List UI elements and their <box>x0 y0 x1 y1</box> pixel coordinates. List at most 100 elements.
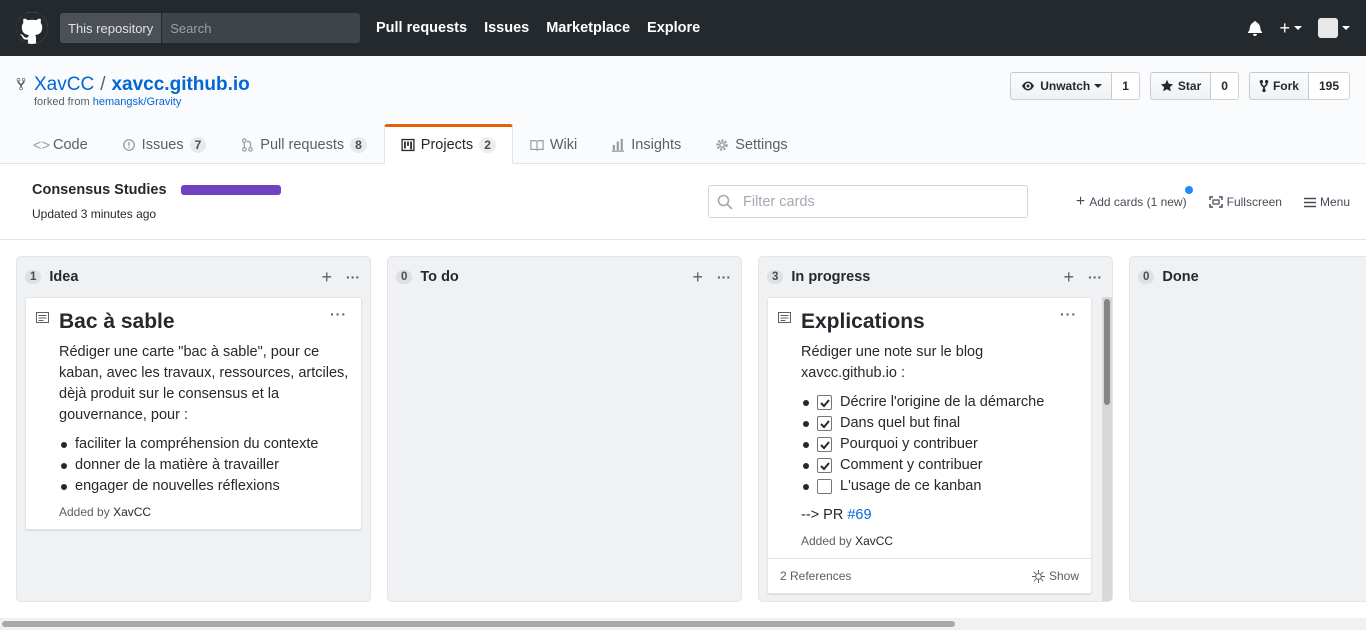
star-icon <box>1160 79 1174 92</box>
add-card-plus-icon[interactable]: + <box>321 267 332 288</box>
added-by-user[interactable]: XavCC <box>113 505 151 519</box>
star-button[interactable]: Star <box>1149 72 1212 100</box>
card-added-by: Added by XavCC <box>801 534 1079 548</box>
column-scrollbar[interactable] <box>1102 297 1112 601</box>
column-in-progress: 3 In progress + ··· ··· Explications Réd… <box>758 256 1113 602</box>
checkbox-checked[interactable] <box>817 458 832 473</box>
tab-issues[interactable]: Issues 7 <box>105 124 224 164</box>
column-name: Done <box>1162 269 1199 285</box>
project-icon <box>401 138 415 152</box>
unwatch-button[interactable]: Unwatch <box>1010 72 1113 100</box>
show-references-button[interactable]: Show <box>1031 569 1079 583</box>
unwatch-label: Unwatch <box>1040 79 1091 93</box>
github-logo-icon[interactable] <box>16 12 48 44</box>
checkbox-unchecked[interactable] <box>817 479 832 494</box>
scrollbar-thumb[interactable] <box>2 621 955 627</box>
book-icon <box>530 140 544 151</box>
tab-wiki[interactable]: Wiki <box>513 124 594 164</box>
column-tools: + ··· <box>321 267 360 288</box>
column-more-icon[interactable]: ··· <box>1088 269 1102 285</box>
search-icon <box>717 194 733 210</box>
card-body: Rédiger une carte "bac à sable", pour ce… <box>59 344 349 423</box>
column-card-count: 0 <box>1138 270 1155 284</box>
projects-count-badge: 2 <box>479 137 496 153</box>
search-scope[interactable]: This repository <box>60 13 163 43</box>
git-pull-request-icon <box>242 138 254 152</box>
add-cards-label: Add cards (1 new) <box>1089 195 1187 209</box>
card-title: Bac à sable <box>59 310 175 333</box>
column-more-icon[interactable]: ··· <box>346 269 360 285</box>
task-list: Décrire l'origine de la démarche Dans que… <box>801 392 1079 497</box>
column-more-icon[interactable]: ··· <box>717 269 731 285</box>
user-menu-dropdown[interactable] <box>1318 18 1350 38</box>
add-card-plus-icon[interactable]: + <box>1063 267 1074 288</box>
star-count[interactable]: 0 <box>1211 72 1239 100</box>
card-more-icon[interactable]: ··· <box>1060 306 1077 322</box>
added-by-label: Added by <box>59 505 110 519</box>
nav-pull-requests[interactable]: Pull requests <box>376 20 467 36</box>
top-header: This repository Pull requests Issues Mar… <box>0 0 1366 56</box>
checkbox-checked[interactable] <box>817 416 832 431</box>
column-name: Idea <box>49 269 79 285</box>
column-card-count: 0 <box>396 270 413 284</box>
task-label: L'usage de ce kanban <box>840 478 982 494</box>
fork-button[interactable]: Fork <box>1248 72 1309 100</box>
check-icon <box>819 440 830 449</box>
task-label: Pourquoi y contribuer <box>840 436 978 452</box>
project-progress-bar <box>180 185 281 195</box>
board-horizontal-scrollbar[interactable] <box>0 618 1366 630</box>
repo-title: XavCC / xavcc.github.io <box>16 74 250 96</box>
check-icon <box>819 461 830 470</box>
added-by-user[interactable]: XavCC <box>855 534 893 548</box>
menu-button[interactable]: Menu <box>1303 193 1350 211</box>
column-header: 3 In progress + ··· <box>767 257 1104 297</box>
watch-group: Unwatch 1 <box>1010 72 1140 100</box>
filter-cards-input[interactable] <box>743 193 1019 210</box>
nav-issues[interactable]: Issues <box>484 20 529 36</box>
scrollbar-thumb[interactable] <box>1104 299 1110 405</box>
repo-actions: Unwatch 1 Star 0 Fork 195 <box>1010 72 1350 100</box>
graph-icon <box>612 138 625 152</box>
new-indicator-dot <box>1184 186 1193 194</box>
checkbox-checked[interactable] <box>817 395 832 410</box>
repo-name-link[interactable]: xavcc.github.io <box>111 74 249 96</box>
card-pr-line: --> PR #69 <box>801 505 1079 526</box>
column-name: In progress <box>791 269 871 285</box>
repo-owner-link[interactable]: XavCC <box>34 74 94 96</box>
add-card-plus-icon[interactable]: + <box>692 267 703 288</box>
watch-count[interactable]: 1 <box>1112 72 1140 100</box>
fullscreen-button[interactable]: Fullscreen <box>1208 193 1282 211</box>
note-icon <box>36 312 49 323</box>
add-cards-button[interactable]: + Add cards (1 new) <box>1076 186 1193 211</box>
tab-pull-requests[interactable]: Pull requests 8 <box>223 124 384 164</box>
fork-count[interactable]: 195 <box>1308 72 1350 100</box>
tab-projects[interactable]: Projects 2 <box>383 124 513 164</box>
nav-explore[interactable]: Explore <box>647 20 700 36</box>
column-to-do: 0 To do + ··· <box>387 256 742 602</box>
tab-settings[interactable]: Settings <box>698 124 804 164</box>
forked-source-link[interactable]: hemangsk/Gravity <box>93 96 182 108</box>
card-body: Rédiger une note sur le blog xavcc.githu… <box>801 344 984 381</box>
star-label: Star <box>1177 79 1202 93</box>
pr-count-badge: 8 <box>350 137 367 153</box>
nav-marketplace[interactable]: Marketplace <box>546 20 630 36</box>
tab-code[interactable]: <> Code <box>16 124 105 164</box>
create-new-dropdown[interactable]: + <box>1279 18 1302 39</box>
list-item: faciliter la compréhension du contexte <box>59 434 349 455</box>
checkbox-checked[interactable] <box>817 437 832 452</box>
unfold-icon <box>1031 569 1045 583</box>
project-card[interactable]: ··· Bac à sable Rédiger une carte "bac à… <box>25 297 362 530</box>
tab-insights[interactable]: Insights <box>594 124 698 164</box>
filter-cards-field[interactable] <box>708 185 1028 218</box>
path-separator: / <box>100 74 106 95</box>
column-header: 1 Idea + ··· <box>25 257 362 297</box>
search-input[interactable] <box>162 13 360 43</box>
column-header: 0 To do + ··· <box>396 257 733 297</box>
project-card[interactable]: ··· Explications Rédiger une note sur le… <box>767 297 1092 594</box>
fork-group: Fork 195 <box>1248 72 1350 100</box>
bell-icon[interactable] <box>1247 20 1263 36</box>
gear-icon <box>716 139 728 151</box>
pr-link[interactable]: #69 <box>847 507 871 523</box>
column-card-count: 3 <box>767 270 784 284</box>
card-more-icon[interactable]: ··· <box>330 306 347 322</box>
